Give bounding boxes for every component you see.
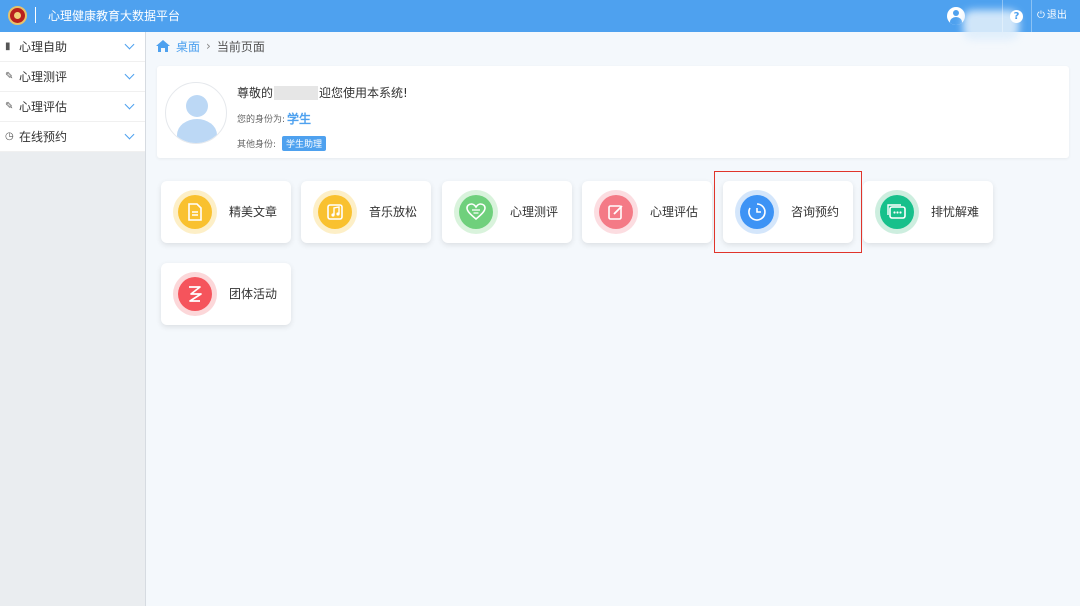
sidebar-item-label: 心理评估 xyxy=(19,100,68,114)
logout-label: 退出 xyxy=(1046,10,1067,21)
sidebar-item-label: 心理测评 xyxy=(19,70,68,84)
sidebar-menu: ▮ 心理自助 ✎ 心理测评 ✎ 心理评估 ◷ 在线预约 xyxy=(0,32,145,152)
tile-icon-ring xyxy=(173,272,217,316)
other-role-badge[interactable]: 学生助理 xyxy=(282,136,327,151)
breadcrumb: 桌面 › 当前页面 xyxy=(155,38,265,54)
header-separator xyxy=(1031,0,1032,32)
tile-problem-solving[interactable]: 排忧解难 xyxy=(863,181,993,243)
edit-icon: ✎ xyxy=(5,71,14,82)
breadcrumb-current: 当前页面 xyxy=(216,39,265,54)
redacted-name xyxy=(274,85,319,100)
chevron-down-icon xyxy=(124,99,135,110)
tile-group-activities[interactable]: 团体活动 xyxy=(161,263,291,325)
tile-label: 音乐放松 xyxy=(369,205,418,219)
role-label: 您的身份为: xyxy=(237,115,286,125)
tile-label: 精美文章 xyxy=(229,205,278,219)
chat-icon xyxy=(880,195,914,229)
logo-icon xyxy=(8,6,27,25)
tile-assessment[interactable]: 心理测评 xyxy=(442,181,572,243)
tile-icon-ring xyxy=(313,190,357,234)
sidebar-item-booking[interactable]: ◷ 在线预约 xyxy=(0,122,145,152)
tile-icon-ring xyxy=(454,190,498,234)
avatar xyxy=(165,82,227,144)
welcome-message: 尊敬的 迎您使用本系统! xyxy=(237,84,408,101)
tile-label: 团体活动 xyxy=(229,287,278,301)
edit-icon: ✎ xyxy=(5,101,14,112)
breadcrumb-separator: › xyxy=(206,39,211,53)
breadcrumb-home[interactable]: 桌面 xyxy=(176,38,200,55)
sidebar: ▮ 心理自助 ✎ 心理测评 ✎ 心理评估 ◷ 在线预约 xyxy=(0,32,146,606)
book-icon: ▮ xyxy=(5,41,11,52)
profile-card: 尊敬的 迎您使用本系统! 您的身份为: 学生 其他身份: 学生助理 xyxy=(157,66,1069,158)
chevron-down-icon xyxy=(124,39,135,50)
tile-icon-ring xyxy=(173,190,217,234)
highlight-box xyxy=(714,171,862,253)
top-header: 心理健康教育大数据平台 ? ⏻ 退出 xyxy=(0,0,1080,40)
chevron-down-icon xyxy=(124,69,135,80)
help-icon[interactable]: ? xyxy=(1010,10,1023,23)
sidebar-item-label: 在线预约 xyxy=(19,130,68,144)
tile-music[interactable]: 音乐放松 xyxy=(301,181,431,243)
tile-articles[interactable]: 精美文章 xyxy=(161,181,291,243)
header-divider xyxy=(35,7,36,23)
tile-label: 心理测评 xyxy=(510,205,559,219)
other-role-label: 其他身份: xyxy=(237,140,277,150)
sidebar-item-label: 心理自助 xyxy=(19,40,68,54)
sidebar-item-assessment[interactable]: ✎ 心理测评 xyxy=(0,62,145,92)
music-icon xyxy=(318,195,352,229)
header-separator xyxy=(1002,0,1003,32)
document-icon xyxy=(178,195,212,229)
clock-icon: ◷ xyxy=(5,131,14,142)
tile-label: 心理评估 xyxy=(650,205,699,219)
sidebar-item-self-help[interactable]: ▮ 心理自助 xyxy=(0,32,145,62)
greeting-prefix: 尊敬的 xyxy=(237,86,274,100)
tile-evaluation[interactable]: 心理评估 xyxy=(582,181,712,243)
greeting-suffix: 迎您使用本系统! xyxy=(319,86,408,100)
app-title: 心理健康教育大数据平台 xyxy=(48,9,181,23)
logout-button[interactable]: ⏻ 退出 xyxy=(1037,9,1067,23)
role-line: 您的身份为: 学生 xyxy=(237,110,311,127)
tile-label: 排忧解难 xyxy=(931,205,980,219)
heart-icon xyxy=(459,195,493,229)
tile-icon-ring xyxy=(594,190,638,234)
home-icon[interactable] xyxy=(155,39,171,53)
chevron-down-icon xyxy=(124,129,135,140)
pencil-icon xyxy=(599,195,633,229)
role-value: 学生 xyxy=(287,112,312,126)
other-role-line: 其他身份: 学生助理 xyxy=(237,136,327,151)
group-icon xyxy=(178,277,212,311)
tile-icon-ring xyxy=(875,190,919,234)
power-icon: ⏻ xyxy=(1037,10,1045,21)
sidebar-item-evaluation[interactable]: ✎ 心理评估 xyxy=(0,92,145,122)
